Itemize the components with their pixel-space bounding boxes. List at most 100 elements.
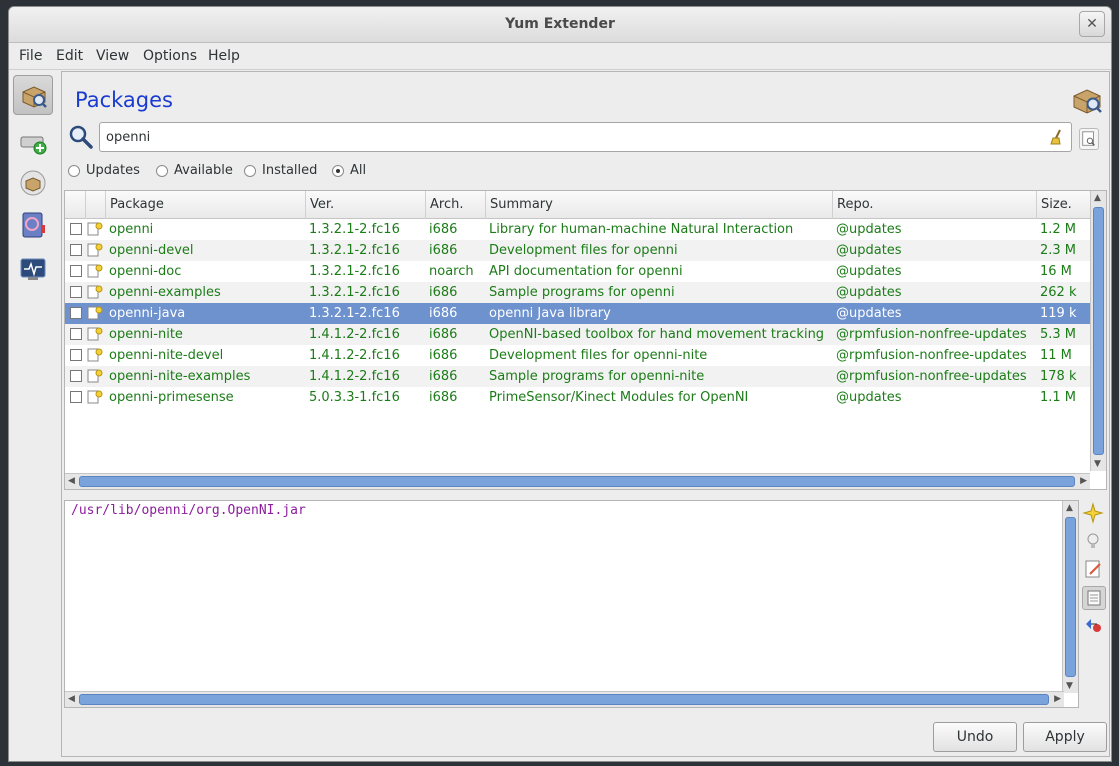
filter-installed-label: Installed [262,163,318,178]
column-header-version[interactable]: Ver. [305,191,425,219]
clear-broom-icon[interactable] [1049,129,1065,145]
column-header-package[interactable]: Package [105,191,305,219]
table-row[interactable]: openni-examples 1.3.2.1-2.fc16 i686 Sample … [65,282,1090,303]
cell-arch: i686 [429,327,458,342]
table-row[interactable]: openni-nite 1.4.1.2-2.fc16 i686 OpenNI-base… [65,324,1090,345]
cell-package: openni-doc [109,264,182,279]
cell-summary: OpenNI-based toolbox for hand movement t… [489,327,825,342]
column-header-repo[interactable]: Repo. [832,191,1036,219]
menu-view[interactable]: View [96,48,129,64]
table-vertical-scroll-thumb[interactable] [1093,207,1104,455]
row-checkbox[interactable] [70,286,82,298]
changelog-button[interactable] [1082,558,1106,582]
cell-repo: @rpmfusion-nonfree-updates [836,327,1027,342]
cell-summary: PrimeSensor/Kinect Modules for OpenNI [489,390,749,405]
row-checkbox[interactable] [70,223,82,235]
row-checkbox[interactable] [70,391,82,403]
table-row[interactable]: openni-java 1.3.2.1-2.fc16 i686 openni Java… [65,303,1090,324]
cell-summary: Sample programs for openni [489,285,675,300]
row-checkbox[interactable] [70,370,82,382]
menu-file[interactable]: File [19,48,42,64]
scroll-left-icon[interactable]: ◀ [68,476,75,486]
table-vertical-scrollbar[interactable]: ▲ ▼ [1090,191,1106,471]
row-checkbox[interactable] [70,349,82,361]
cell-summary: Library for human-machine Natural Intera… [489,222,794,237]
row-checkbox[interactable] [70,328,82,340]
description-button[interactable] [1082,502,1106,526]
repositories-view-button[interactable] [13,121,53,161]
updateinfo-button[interactable] [1082,530,1106,554]
files-button[interactable] [1082,586,1106,610]
scroll-up-icon[interactable]: ▲ [1094,193,1101,203]
row-checkbox[interactable] [70,244,82,256]
scroll-right-icon[interactable]: ▶ [1080,476,1087,486]
radio-all[interactable] [332,164,344,177]
cell-size: 262 k [1040,285,1077,300]
filter-all[interactable]: All [332,163,366,178]
scroll-right-icon[interactable]: ▶ [1054,694,1061,704]
installed-package-icon [87,264,103,278]
filter-updates-label: Updates [86,163,140,178]
cell-repo: @updates [836,264,902,279]
cell-arch: i686 [429,390,458,405]
apply-button[interactable]: Apply [1023,722,1107,752]
output-view-button[interactable] [13,249,53,289]
cell-repo: @updates [836,222,902,237]
dependencies-button[interactable] [1082,614,1106,638]
search-input[interactable] [106,128,1036,146]
filter-updates[interactable]: Updates [68,163,140,178]
filter-installed[interactable]: Installed [244,163,317,178]
packages-view-button[interactable] [13,75,53,115]
filter-available[interactable]: Available [156,163,233,178]
cell-ver: 1.3.2.1-2.fc16 [309,243,400,258]
close-button[interactable]: ✕ [1079,11,1105,37]
installed-package-icon [87,243,103,257]
history-view-button[interactable] [13,205,53,245]
table-row[interactable]: openni-devel 1.3.2.1-2.fc16 i686 Developmen… [65,240,1090,261]
radio-installed[interactable] [244,164,256,177]
table-header: Package Ver. Arch. Summary Repo. Size. [65,191,1090,219]
search-box [99,122,1072,152]
app-window: Yum Extender ✕ File Edit View Options He… [8,6,1112,762]
search-options-button[interactable] [1079,128,1099,150]
table-row[interactable]: openni-nite-examples 1.4.1.2-2.fc16 i686 Sa… [65,366,1090,387]
details-horizontal-scrollbar[interactable]: ◀ ▶ [65,691,1064,707]
cell-package: openni-nite-examples [109,369,251,384]
table-row[interactable]: openni 1.3.2.1-2.fc16 i686 Library for huma… [65,219,1090,240]
menu-edit[interactable]: Edit [56,48,83,64]
menu-help[interactable]: Help [208,48,240,64]
cell-package: openni-primesense [109,390,234,405]
row-checkbox[interactable] [70,307,82,319]
cell-size: 178 k [1040,369,1077,384]
radio-updates[interactable] [68,164,80,177]
radio-available[interactable] [156,164,168,177]
scroll-up-icon[interactable]: ▲ [1066,503,1073,513]
details-vertical-scrollbar[interactable]: ▲ ▼ [1062,501,1078,693]
scroll-down-icon[interactable]: ▼ [1066,681,1073,691]
column-header-arch[interactable]: Arch. [425,191,485,219]
groups-view-button[interactable] [13,163,53,203]
table-horizontal-scrollbar[interactable]: ◀ ▶ [65,473,1090,489]
scroll-left-icon[interactable]: ◀ [68,694,75,704]
cell-repo: @rpmfusion-nonfree-updates [836,348,1027,363]
table-row[interactable]: openni-doc 1.3.2.1-2.fc16 noarch API docume… [65,261,1090,282]
scroll-down-icon[interactable]: ▼ [1094,459,1101,469]
undo-button[interactable]: Undo [933,722,1017,752]
column-header-size[interactable]: Size. [1036,191,1090,219]
column-header-summary[interactable]: Summary [485,191,832,219]
cell-summary: Development files for openni [489,243,678,258]
details-horizontal-scroll-thumb[interactable] [79,694,1049,705]
details-vertical-scroll-thumb[interactable] [1065,517,1076,677]
cell-size: 5.3 M [1040,327,1077,342]
table-row[interactable]: openni-nite-devel 1.4.1.2-2.fc16 i686 Devel… [65,345,1090,366]
menu-options[interactable]: Options [143,48,197,64]
installed-package-icon [87,390,103,404]
row-checkbox[interactable] [70,265,82,277]
column-header-check[interactable] [65,191,85,219]
column-header-type[interactable] [85,191,105,219]
cell-ver: 1.3.2.1-2.fc16 [309,306,400,321]
table-horizontal-scroll-thumb[interactable] [79,476,1075,487]
cell-summary: Development files for openni-nite [489,348,708,363]
cell-package: openni-devel [109,243,194,258]
table-row[interactable]: openni-primesense 5.0.3.3-1.fc16 i686 Prime… [65,387,1090,408]
